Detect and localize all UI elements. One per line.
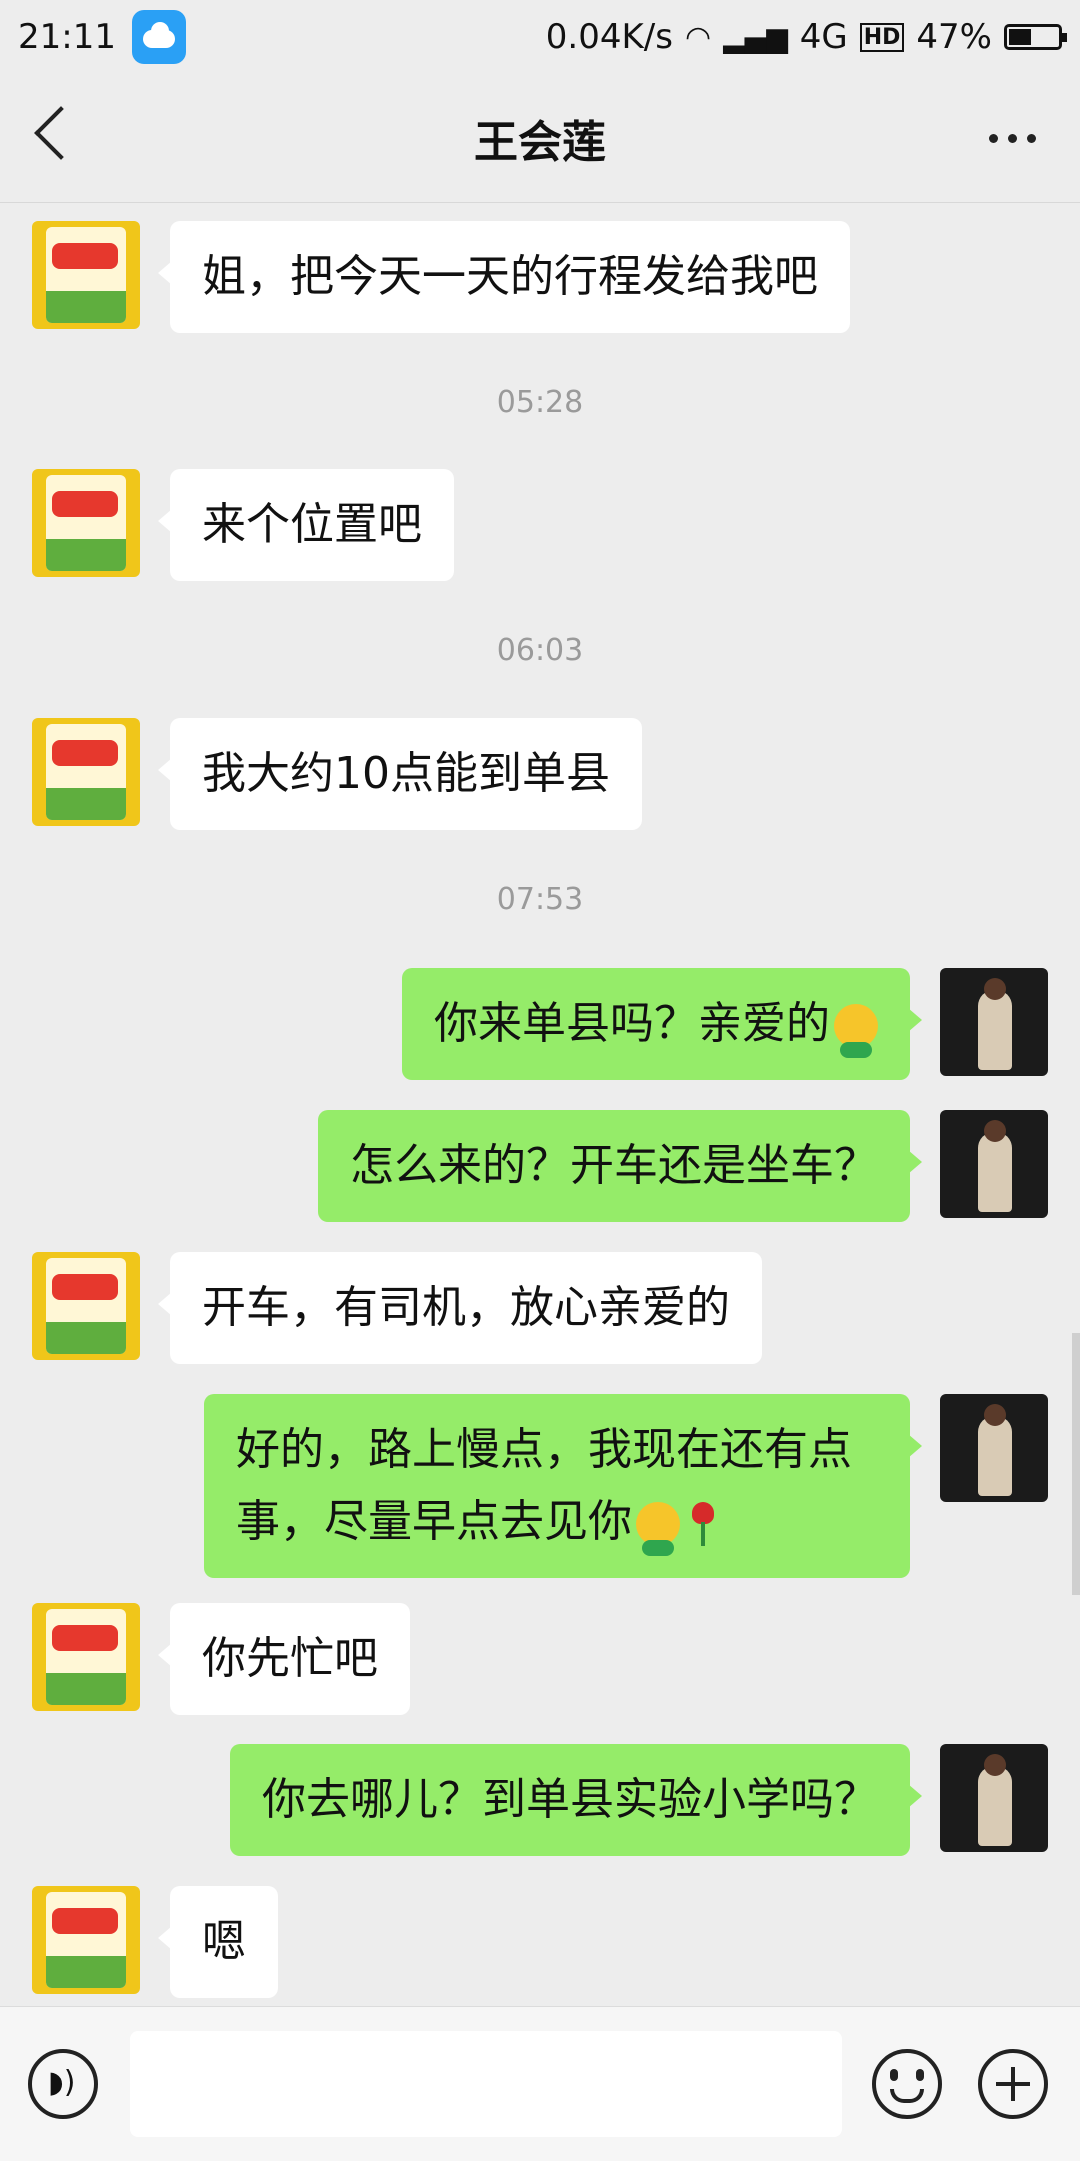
my-avatar[interactable] [940, 1744, 1048, 1852]
message-input[interactable] [130, 2031, 842, 2137]
signal-icon: ▂▄▆ [723, 20, 788, 54]
voice-icon[interactable]: ◗) [28, 2049, 98, 2119]
contact-avatar[interactable] [32, 718, 140, 826]
message-bubble-outgoing[interactable]: 怎么来的？开车还是坐车？ [318, 1110, 922, 1222]
wifi-icon: ◠ [684, 19, 712, 55]
network-label: 4G [799, 17, 848, 57]
hd-badge: HD [859, 22, 905, 52]
contact-avatar[interactable] [32, 1603, 140, 1711]
message-text: 好的，路上慢点，我现在还有点事，尽量早点去见你 [236, 1424, 852, 1547]
my-avatar[interactable] [940, 968, 1048, 1076]
clock: 21:11 [18, 17, 116, 57]
scrollbar[interactable] [1072, 1333, 1080, 1595]
battery-icon [1004, 24, 1067, 50]
chat-header: 王会莲 [0, 74, 1080, 203]
contact-avatar[interactable] [32, 1886, 140, 1994]
message-text: 你来单县吗？亲爱的 [434, 998, 830, 1049]
message-bubble-incoming[interactable]: 来个位置吧 [158, 469, 454, 581]
message-bubble-incoming[interactable]: 姐，把今天一天的行程发给我吧 [158, 221, 850, 333]
message-bubble-outgoing[interactable]: 你来单县吗？亲爱的 [402, 968, 922, 1080]
timestamp: 06:03 [496, 633, 584, 668]
my-avatar[interactable] [940, 1110, 1048, 1218]
message-bubble-incoming[interactable]: 开车，有司机，放心亲爱的 [158, 1252, 762, 1364]
emoji-icon[interactable] [872, 2049, 942, 2119]
plus-icon[interactable] [978, 2049, 1048, 2119]
contact-avatar[interactable] [32, 221, 140, 329]
message-list[interactable]: 姐，把今天一天的行程发给我吧 05:28 来个位置吧 06:03 我大约10点能… [0, 203, 1080, 2006]
more-icon[interactable] [989, 134, 1036, 143]
message-bubble-incoming[interactable]: 你先忙吧 [158, 1603, 410, 1715]
emoji-hug-icon [636, 1502, 680, 1556]
page-title: 王会莲 [474, 117, 606, 168]
weather-icon [131, 10, 186, 64]
back-arrow-icon[interactable] [34, 106, 88, 160]
timestamp: 07:53 [496, 882, 584, 917]
message-bubble-incoming[interactable]: 我大约10点能到单县 [158, 718, 642, 830]
my-avatar[interactable] [940, 1394, 1048, 1502]
battery-percent: 47% [916, 17, 992, 57]
contact-avatar[interactable] [32, 1252, 140, 1360]
contact-avatar[interactable] [32, 469, 140, 577]
rose-icon [688, 1502, 718, 1546]
timestamp: 05:28 [496, 385, 584, 420]
emoji-hug-icon [834, 1004, 878, 1058]
input-bar: ◗) [0, 2006, 1080, 2161]
message-bubble-outgoing[interactable]: 好的，路上慢点，我现在还有点事，尽量早点去见你 [204, 1394, 922, 1578]
net-speed: 0.04K/s [545, 17, 673, 57]
message-bubble-outgoing[interactable]: 你去哪儿？到单县实验小学吗？ [230, 1744, 922, 1856]
status-bar: 21:11 0.04K/s ◠ ▂▄▆ 4G HD 47% [0, 0, 1080, 74]
message-bubble-incoming[interactable]: 嗯 [158, 1886, 278, 1998]
